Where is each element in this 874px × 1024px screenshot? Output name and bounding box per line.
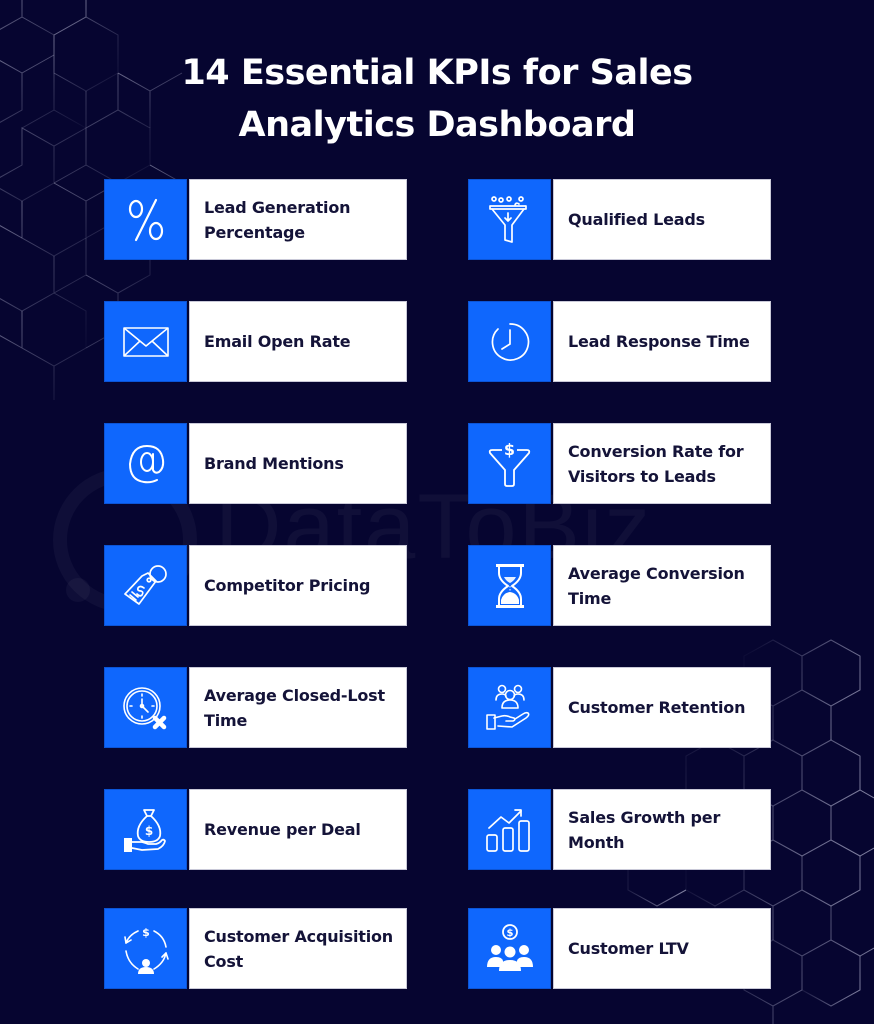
kpi-card-customer-acquisition-cost: $ Customer Acquisition Cost [104, 908, 407, 989]
kpi-label: Lead Response Time [568, 332, 750, 351]
title-line-2: Analytics Dashboard [238, 105, 636, 145]
kpi-icon-box [468, 301, 551, 382]
kpi-label: Conversion Rate for Visitors to Leads [568, 441, 744, 486]
kpi-icon-box: $ [468, 908, 551, 989]
kpi-icon-box: $ [104, 789, 187, 870]
dollar-funnel-icon: $ [488, 440, 530, 487]
svg-text:$: $ [144, 824, 152, 838]
kpi-icon-box [468, 179, 551, 260]
money-bag-hand-icon: $ [123, 808, 166, 852]
kpi-label: Customer Acquisition Cost [204, 926, 394, 971]
svg-text:$: $ [503, 440, 514, 459]
kpi-label-box: Email Open Rate [189, 301, 407, 382]
kpi-label: Average Closed-Lost Time [204, 685, 385, 730]
kpi-icon-box [468, 545, 551, 626]
kpi-label-box: Lead Generation Percentage [189, 179, 407, 260]
kpi-card-conversion-rate-visitors-to-leads: $ Conversion Rate for Visitors to Leads [468, 423, 771, 504]
kpi-card-email-open-rate: Email Open Rate [104, 301, 407, 382]
kpi-icon-box [104, 179, 187, 260]
kpi-card-lead-generation-percentage: Lead Generation Percentage [104, 179, 407, 260]
kpi-icon-box [468, 789, 551, 870]
kpi-icon-box [468, 667, 551, 748]
price-tag-icon [123, 564, 167, 605]
kpi-card-competitor-pricing: Competitor Pricing [104, 545, 407, 626]
kpi-label-box: Competitor Pricing [189, 545, 407, 626]
kpi-card-qualified-leads: Qualified Leads [468, 179, 771, 260]
kpi-label: Customer Retention [568, 698, 746, 717]
kpi-card-customer-ltv: $ Customer LTV [468, 908, 771, 989]
kpi-label: Qualified Leads [568, 210, 705, 229]
kpi-label: Sales Growth per Month [568, 807, 721, 852]
kpi-label-box: Customer LTV [553, 908, 771, 989]
kpi-label-box: Brand Mentions [189, 423, 407, 504]
customer-value-icon: $ [486, 923, 533, 971]
at-sign-icon [128, 444, 164, 483]
kpi-icon-box: $ [468, 423, 551, 504]
kpi-card-sales-growth-per-month: Sales Growth per Month [468, 789, 771, 870]
kpi-label-box: Conversion Rate for Visitors to Leads [553, 423, 771, 504]
kpi-icon-box [104, 423, 187, 504]
kpi-label-box: Qualified Leads [553, 179, 771, 260]
kpi-card-average-closed-lost-time: Average Closed-Lost Time [104, 667, 407, 748]
kpi-card-customer-retention: Customer Retention [468, 667, 771, 748]
clock-cancel-icon [122, 686, 166, 729]
kpi-icon-box: $ [104, 908, 187, 989]
svg-text:$: $ [506, 928, 513, 939]
kpi-label-box: Customer Retention [553, 667, 771, 748]
kpi-icon-box [104, 301, 187, 382]
kpi-label-box: Average Closed-Lost Time [189, 667, 407, 748]
kpi-label: Lead Generation Percentage [204, 197, 351, 242]
kpi-icon-box [104, 545, 187, 626]
envelope-icon [122, 326, 169, 357]
kpi-label-box: Average Conversion Time [553, 545, 771, 626]
kpi-label: Average Conversion Time [568, 563, 745, 608]
kpi-label-box: Revenue per Deal [189, 789, 407, 870]
kpi-icon-box [104, 667, 187, 748]
kpi-label-box: Lead Response Time [553, 301, 771, 382]
page-title: 14 Essential KPIs for Sales Analytics Da… [0, 47, 874, 151]
title-line-1: 14 Essential KPIs for Sales [181, 53, 693, 93]
filter-funnel-icon [488, 195, 527, 243]
kpi-card-brand-mentions: Brand Mentions [104, 423, 407, 504]
kpi-label: Email Open Rate [204, 332, 351, 351]
kpi-card-revenue-per-deal: $ Revenue per Deal [104, 789, 407, 870]
kpi-label: Competitor Pricing [204, 576, 371, 595]
kpi-label: Brand Mentions [204, 454, 344, 473]
kpi-label-box: Sales Growth per Month [553, 789, 771, 870]
kpi-card-average-conversion-time: Average Conversion Time [468, 545, 771, 626]
kpi-card-lead-response-time: Lead Response Time [468, 301, 771, 382]
kpi-label: Revenue per Deal [204, 820, 361, 839]
hand-group-icon [485, 684, 529, 730]
percent-icon [128, 198, 163, 241]
growth-chart-icon [485, 808, 530, 852]
clock-icon [491, 322, 529, 361]
acquisition-cycle-icon: $ [123, 926, 169, 974]
kpi-label: Customer LTV [568, 939, 689, 958]
hourglass-icon [495, 563, 524, 608]
kpi-label-box: Customer Acquisition Cost [189, 908, 407, 989]
svg-text:$: $ [142, 926, 150, 939]
